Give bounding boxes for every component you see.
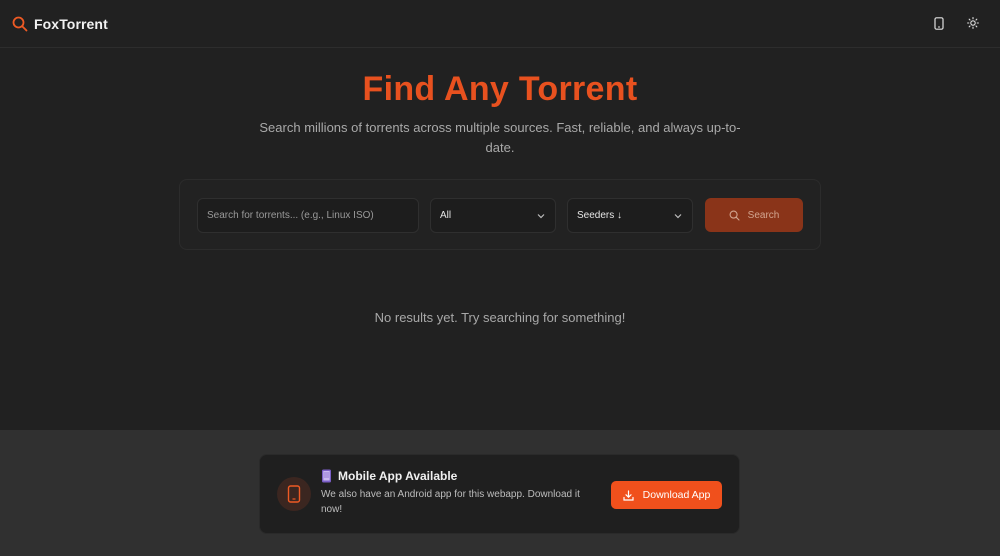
search-button-label: Search — [747, 209, 780, 221]
download-app-label: Download App — [642, 489, 711, 501]
search-panel: All Seeders ↓ Search — [179, 179, 821, 250]
sort-select[interactable]: Seeders ↓ — [567, 198, 693, 233]
top-navbar: FoxTorrent — [0, 0, 1000, 48]
footer: Mobile App Available We also have an And… — [0, 430, 1000, 556]
mobile-phone-icon — [321, 469, 332, 483]
tablet-icon — [277, 477, 311, 511]
mobile-app-icon[interactable] — [928, 12, 950, 34]
app-banner-description: We also have an Android app for this web… — [321, 489, 580, 515]
app-banner-title: Mobile App Available — [338, 469, 458, 483]
page-title: Find Any Torrent — [362, 70, 638, 108]
search-icon — [12, 16, 28, 32]
chevron-down-icon — [536, 211, 546, 221]
theme-toggle-sun-icon[interactable] — [962, 12, 984, 34]
category-select-value: All — [440, 210, 452, 221]
brand-name: FoxTorrent — [34, 15, 108, 32]
search-button[interactable]: Search — [705, 198, 803, 232]
download-app-button[interactable]: Download App — [611, 481, 722, 509]
page-subtitle: Search millions of torrents across multi… — [259, 120, 741, 155]
search-icon — [729, 210, 740, 221]
sort-select-value: Seeders ↓ — [577, 210, 623, 221]
empty-results-message: No results yet. Try searching for someth… — [374, 310, 626, 325]
chevron-down-icon — [673, 211, 683, 221]
download-icon — [623, 489, 634, 501]
mobile-app-banner: Mobile App Available We also have an And… — [259, 454, 740, 534]
category-select[interactable]: All — [430, 198, 556, 233]
search-input[interactable] — [197, 198, 419, 233]
brand-logo[interactable]: FoxTorrent — [12, 16, 108, 32]
